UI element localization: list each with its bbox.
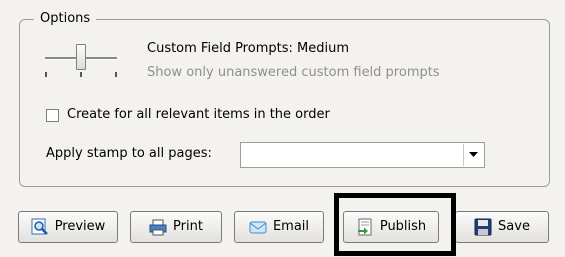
publish-button-label: Publish xyxy=(379,219,427,234)
stamp-select[interactable] xyxy=(240,142,485,168)
create-for-all-label[interactable]: Create for all relevant items in the ord… xyxy=(67,107,330,123)
floppy-disk-icon xyxy=(474,218,492,236)
slider-thumb[interactable] xyxy=(76,44,86,70)
email-icon xyxy=(249,218,267,236)
create-for-all-checkbox[interactable] xyxy=(46,108,59,122)
save-button-label: Save xyxy=(498,219,530,234)
publish-icon xyxy=(356,218,374,236)
save-button[interactable]: Save xyxy=(455,211,549,243)
preview-button-label: Preview xyxy=(54,219,106,234)
prompt-level-slider[interactable] xyxy=(45,42,117,82)
chevron-down-icon[interactable] xyxy=(463,144,483,166)
prompt-level-title: Custom Field Prompts: Medium xyxy=(147,41,349,56)
create-for-all-checkbox-row[interactable]: Create for all relevant items in the ord… xyxy=(46,106,330,124)
printer-icon xyxy=(149,218,167,236)
slider-tick xyxy=(45,72,47,77)
magnifier-icon xyxy=(31,218,49,236)
preview-button[interactable]: Preview xyxy=(18,211,118,243)
options-legend: Options xyxy=(34,11,97,27)
publish-button[interactable]: Publish xyxy=(343,211,439,243)
slider-tick xyxy=(80,72,82,77)
prompt-level-description: Show only unanswered custom field prompt… xyxy=(147,65,440,80)
print-button[interactable]: Print xyxy=(130,211,222,243)
slider-tick xyxy=(115,72,117,77)
email-button[interactable]: Email xyxy=(234,211,324,243)
print-button-label: Print xyxy=(173,219,203,234)
stamp-label: Apply stamp to all pages: xyxy=(46,146,212,161)
email-button-label: Email xyxy=(272,219,310,234)
